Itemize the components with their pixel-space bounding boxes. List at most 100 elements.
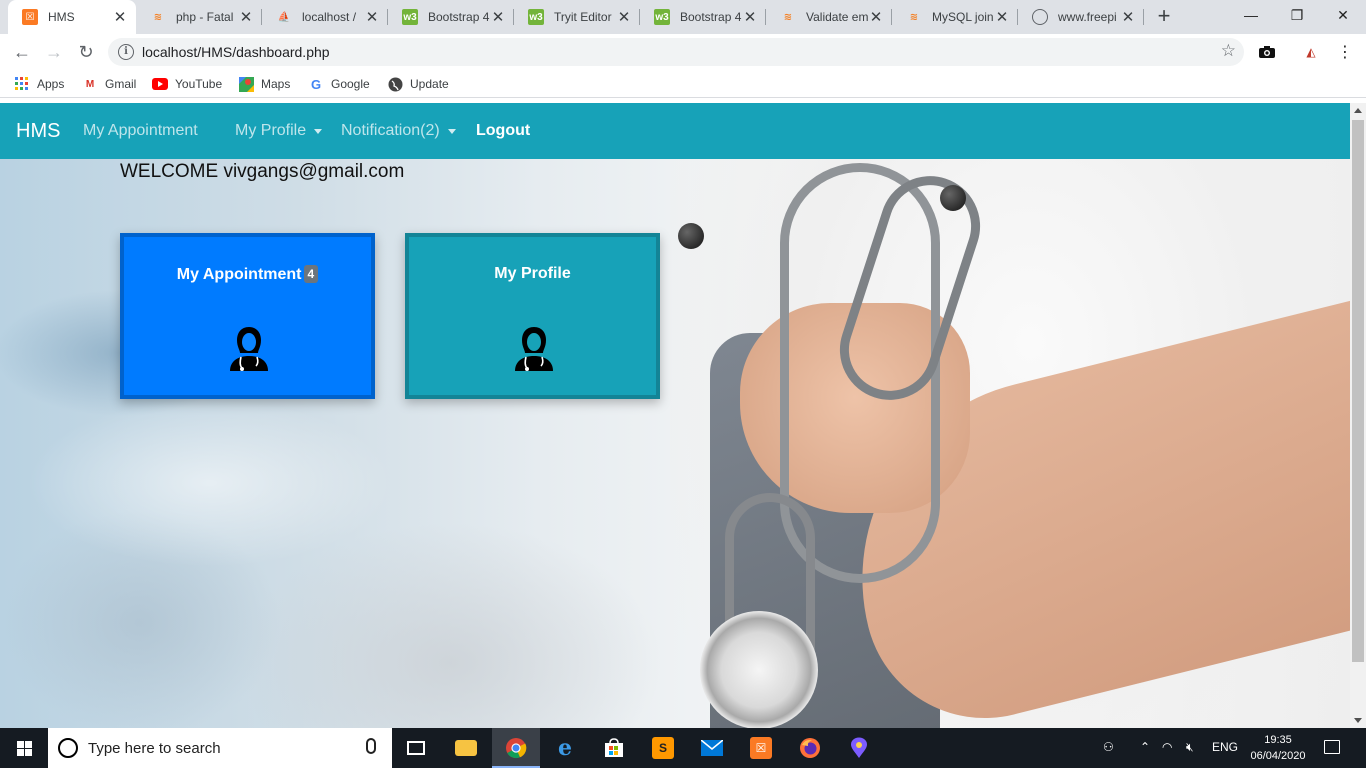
bookmark-label: Gmail (105, 77, 137, 91)
bookmark-gmail[interactable]: M Gmail (82, 76, 137, 92)
menu-kebab-icon[interactable]: ⋮ (1334, 41, 1356, 63)
tab-freepik[interactable]: www.freepi ✕ (1018, 0, 1144, 34)
google-icon: G (310, 76, 322, 92)
task-view-button[interactable] (392, 728, 440, 768)
language-indicator[interactable]: ENG (1212, 740, 1238, 754)
url-text[interactable]: localhost/HMS/dashboard.php (142, 44, 330, 60)
card-title-text: My Profile (494, 265, 571, 282)
extension-icon[interactable]: ◭ (1300, 41, 1322, 63)
bookmark-google[interactable]: G Google (308, 76, 370, 92)
maps-button[interactable] (835, 728, 883, 768)
xampp-icon: ☒ (750, 737, 772, 759)
tab-validate-em[interactable]: ≋ Validate em ✕ (766, 0, 892, 34)
scrollbar-thumb[interactable] (1352, 120, 1364, 662)
file-explorer-button[interactable] (442, 728, 490, 768)
close-icon[interactable]: ✕ (490, 9, 506, 26)
bookmark-label: YouTube (175, 77, 223, 91)
welcome-heading: WELCOME vivgangs@gmail.com (120, 161, 405, 182)
caret-down-icon (447, 128, 456, 134)
tab-title: Bootstrap 4 (428, 10, 490, 24)
bookmark-apps[interactable]: Apps (14, 76, 64, 92)
close-icon[interactable]: ✕ (868, 9, 884, 26)
tab-title: Tryit Editor (554, 10, 612, 24)
mail-button[interactable] (688, 728, 736, 768)
close-icon[interactable]: ✕ (742, 9, 758, 26)
xampp-button[interactable]: ☒ (737, 728, 785, 768)
people-icon[interactable]: ⚇ (1103, 740, 1114, 754)
close-icon[interactable]: ✕ (112, 9, 128, 26)
browser-toolbar: ← → ↻ i localhost/HMS/dashboard.php ☆ ◭ … (0, 34, 1366, 70)
nav-my-profile-dropdown[interactable]: My Profile (235, 122, 323, 140)
card-title: My Appointment 4 (124, 265, 371, 284)
nav-label: Notification(2) (341, 122, 440, 139)
reload-icon[interactable]: ↻ (72, 38, 100, 66)
camera-icon[interactable] (1256, 41, 1278, 63)
youtube-icon (152, 76, 168, 92)
bookmark-label: Google (331, 77, 370, 91)
tab-mysql-join[interactable]: ≋ MySQL join ✕ (892, 0, 1018, 34)
scroll-down-arrow-icon[interactable] (1354, 718, 1362, 723)
maps-pin-icon (848, 737, 870, 759)
doctor-icon (513, 325, 555, 373)
start-button[interactable] (0, 728, 48, 768)
tab-title: MySQL join (932, 10, 994, 24)
microphone-icon[interactable] (366, 738, 376, 754)
tab-bootstrap-4[interactable]: w3 Bootstrap 4 ✕ (388, 0, 514, 34)
close-icon[interactable]: ✕ (616, 9, 632, 26)
navbar-brand[interactable]: HMS (16, 120, 60, 143)
nav-my-appointment[interactable]: My Appointment (83, 122, 198, 140)
tab-bootstrap-4-b[interactable]: w3 Bootstrap 4 ✕ (640, 0, 766, 34)
forward-arrow-icon[interactable]: → (40, 38, 68, 66)
info-icon[interactable]: i (118, 44, 134, 60)
store-button[interactable] (590, 728, 638, 768)
bookmark-star-icon[interactable]: ☆ (1221, 41, 1236, 61)
speaker-muted-icon[interactable]: 🔇︎ (1186, 740, 1194, 755)
bookmark-youtube[interactable]: YouTube (152, 76, 222, 92)
minimize-button[interactable]: — (1228, 0, 1274, 30)
action-center-icon[interactable] (1324, 740, 1340, 754)
system-clock[interactable]: 19:35 06/04/2020 (1248, 732, 1308, 764)
nav-notification-dropdown[interactable]: Notification(2) (341, 122, 456, 140)
stethoscope-earpiece (940, 185, 966, 211)
close-icon[interactable]: ✕ (238, 9, 254, 26)
bookmarks-bar: Apps M Gmail YouTube Maps G Google Updat… (0, 70, 1366, 98)
tab-title: php - Fatal (176, 10, 234, 24)
tab-localhost[interactable]: ⛵ localhost / ✕ (262, 0, 388, 34)
tab-hms[interactable]: ☒ HMS ✕ (8, 0, 136, 34)
maps-icon (238, 76, 254, 92)
windows-logo-icon (16, 740, 32, 756)
close-icon[interactable]: ✕ (1120, 9, 1136, 26)
tab-php-fatal[interactable]: ≋ php - Fatal ✕ (136, 0, 262, 34)
chrome-button[interactable] (492, 728, 540, 768)
close-icon[interactable]: ✕ (994, 9, 1010, 26)
wifi-icon[interactable]: ◠ (1162, 740, 1172, 754)
firefox-button[interactable] (786, 728, 834, 768)
search-placeholder: Type here to search (88, 740, 221, 757)
site-navbar: HMS My Appointment My Profile Notificati… (0, 103, 1350, 159)
tab-title: Bootstrap 4 (680, 10, 742, 24)
close-icon[interactable]: ✕ (364, 9, 380, 26)
address-bar[interactable]: i localhost/HMS/dashboard.php ☆ (108, 38, 1244, 66)
stethoscope-earpiece (678, 223, 704, 249)
edge-button[interactable]: e (541, 728, 589, 768)
new-tab-button[interactable]: + (1152, 5, 1176, 29)
stethoscope-chestpiece (700, 611, 818, 728)
close-window-button[interactable]: ✕ (1320, 0, 1366, 30)
stackoverflow-icon: ≋ (783, 11, 793, 23)
back-arrow-icon[interactable]: ← (8, 38, 36, 66)
scroll-up-arrow-icon[interactable] (1354, 108, 1362, 113)
nav-logout[interactable]: Logout (476, 122, 530, 140)
vertical-scrollbar[interactable] (1350, 103, 1366, 728)
restore-button[interactable]: ❐ (1274, 0, 1320, 30)
tab-tryit-editor[interactable]: w3 Tryit Editor ✕ (514, 0, 640, 34)
show-hidden-icons-chevron-icon[interactable]: ⌃ (1140, 740, 1150, 754)
tab-title: Validate em (806, 10, 868, 24)
bookmark-maps[interactable]: Maps (238, 76, 290, 92)
clock-date: 06/04/2020 (1250, 750, 1306, 762)
card-my-profile[interactable]: My Profile (405, 233, 660, 399)
sublime-button[interactable]: S (639, 728, 687, 768)
card-my-appointment[interactable]: My Appointment 4 (120, 233, 375, 399)
stackoverflow-icon: ≋ (909, 11, 919, 23)
taskbar-search[interactable]: Type here to search (48, 728, 392, 768)
bookmark-update[interactable]: Update (387, 76, 449, 92)
